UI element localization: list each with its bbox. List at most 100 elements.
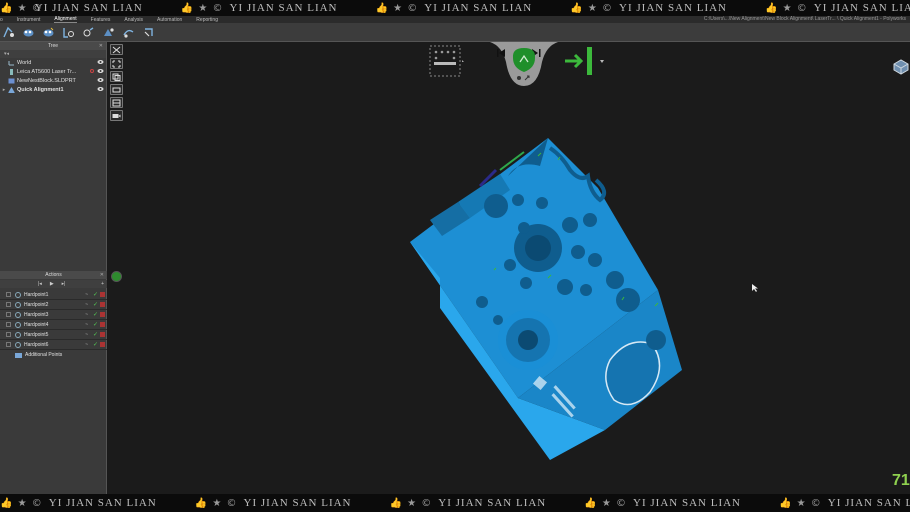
watermark-text: YI JIAN SAN LIAN: [813, 2, 910, 14]
refit-tool-icon[interactable]: [140, 25, 157, 40]
actions-title: Actions: [45, 272, 62, 278]
eye-icon[interactable]: [97, 59, 104, 65]
delete-icon[interactable]: [100, 292, 105, 297]
feature-align-icon[interactable]: [60, 25, 77, 40]
cad-model-nest-block[interactable]: [400, 130, 700, 470]
menu-item-0[interactable]: o: [0, 17, 3, 23]
watermark-text: YI JIAN SAN LIAN: [243, 497, 352, 509]
eye-icon[interactable]: [97, 77, 104, 83]
tree-item-label: World: [17, 59, 32, 66]
eye-icon[interactable]: [97, 86, 104, 92]
delete-icon[interactable]: [100, 312, 105, 317]
status-dot-icon: [90, 69, 94, 73]
menu-item-instrument[interactable]: Instrument: [17, 17, 41, 23]
tree-toolbar: ▾◂: [0, 50, 106, 58]
filter-icon[interactable]: ▾◂: [4, 51, 9, 57]
delete-icon[interactable]: [100, 342, 105, 347]
watermark-glyphs-icon: 👍 ★ ©: [375, 2, 419, 14]
list-item[interactable]: Hardpoint3 ~ ✓: [0, 310, 107, 320]
alignment-icon: [8, 86, 15, 93]
skip-forward-icon[interactable]: ▸|: [62, 281, 66, 287]
play-icon[interactable]: ▶: [50, 281, 54, 287]
tree-item-cad-part[interactable]: NewNestBlock.SLDPRT: [0, 76, 106, 85]
view-mode-icon[interactable]: [110, 84, 123, 95]
watermark-text: YI JIAN SAN LIAN: [438, 497, 547, 509]
watermark-unit: 👍 ★ © YI JIAN SAN LIAN: [195, 497, 352, 509]
actions-panel-title: Actions ✕: [0, 271, 107, 279]
best-fit-tool-2-icon[interactable]: [40, 25, 57, 40]
measure-icon: ~: [85, 341, 88, 348]
action-label: Additional Points: [25, 352, 63, 358]
menu-bar: o Instrument Alignment Features Analysis…: [0, 16, 910, 23]
checkbox[interactable]: [6, 342, 11, 347]
menu-item-analysis[interactable]: Analysis: [124, 17, 143, 23]
watermark-text: YI JIAN SAN LIAN: [619, 2, 727, 14]
list-item[interactable]: Hardpoint2 ~ ✓: [0, 300, 107, 310]
watermark-glyphs-icon: 👍 ★ ©: [779, 497, 822, 509]
actions-toolbar: |◂ ▶ ▸| +: [0, 280, 107, 288]
list-item[interactable]: Hardpoint5 ~ ✓: [0, 330, 107, 340]
watermark-text: YI JIAN SAN LIAN: [48, 497, 157, 509]
transform-tool-icon[interactable]: [100, 25, 117, 40]
checkbox[interactable]: [6, 332, 11, 337]
checkbox[interactable]: [6, 292, 11, 297]
probe-align-icon[interactable]: [80, 25, 97, 40]
checkbox[interactable]: [6, 302, 11, 307]
hardpoint-icon: [15, 301, 21, 308]
alignment-direction-icon[interactable]: [563, 45, 607, 77]
skip-back-icon[interactable]: |◂: [38, 281, 42, 287]
close-icon[interactable]: ✕: [100, 271, 104, 279]
folder-icon: [15, 352, 22, 358]
eye-icon[interactable]: [97, 68, 104, 74]
copy-view-icon[interactable]: [110, 71, 123, 82]
watermark-glyphs-icon: 👍 ★ ©: [570, 2, 614, 14]
toolbar: [0, 23, 910, 42]
hardpoint-icon: [15, 341, 21, 348]
camera-icon[interactable]: [110, 110, 123, 121]
watermark-unit: 👍 ★ © YI JIAN SAN LIAN: [390, 497, 547, 509]
tree-item-laser-tracker[interactable]: Leica AT5600 Laser Tr...: [0, 67, 106, 76]
check-icon: ✓: [92, 292, 98, 298]
watermark-text: YI JIAN SAN LIAN: [633, 497, 741, 509]
tree-item-world[interactable]: World: [0, 58, 106, 67]
delete-icon[interactable]: [100, 322, 105, 327]
check-icon: ✓: [92, 302, 98, 308]
watermark-top: 👍 ★ © YI JIAN SAN LIAN 👍 ★ © YI JIAN SAN LI…: [0, 0, 910, 16]
device-status-icon[interactable]: [111, 271, 122, 282]
delete-icon[interactable]: [100, 332, 105, 337]
menu-item-reporting[interactable]: Reporting: [196, 17, 218, 23]
fit-view-icon[interactable]: [110, 58, 123, 69]
frame-counter: 71: [892, 472, 910, 489]
hardpoint-icon: [15, 331, 21, 338]
watermark-unit: 👍 ★ © YI JIAN SAN LIAN: [584, 497, 741, 509]
list-item[interactable]: Hardpoint4 ~ ✓: [0, 320, 107, 330]
tree-panel-title: Tree ✕: [0, 42, 106, 50]
checkbox[interactable]: [6, 312, 11, 317]
view-cube-icon[interactable]: [892, 58, 910, 76]
display-mode-icon[interactable]: [110, 97, 123, 108]
close-icon[interactable]: ✕: [99, 42, 103, 50]
iterative-align-icon[interactable]: [120, 25, 137, 40]
delete-icon[interactable]: [100, 302, 105, 307]
action-label: Hardpoint6: [24, 341, 49, 348]
align-tool-icon[interactable]: [0, 25, 17, 40]
measure-icon: ~: [85, 321, 88, 328]
list-item[interactable]: Hardpoint6 ~ ✓: [0, 340, 107, 350]
point-cloud-icon[interactable]: [428, 44, 466, 78]
menu-item-alignment[interactable]: Alignment: [54, 16, 77, 23]
menu-item-features[interactable]: Features: [91, 17, 111, 23]
best-fit-tool-icon[interactable]: [20, 25, 37, 40]
close-view-icon[interactable]: [110, 44, 123, 55]
tree-item-quick-alignment[interactable]: ▸ Quick Alignment1: [0, 85, 106, 94]
add-icon[interactable]: +: [101, 281, 104, 287]
list-item-additional[interactable]: Additional Points: [0, 350, 107, 360]
measure-icon: ~: [85, 291, 88, 298]
checkbox[interactable]: [6, 322, 11, 327]
list-item[interactable]: Hardpoint1 ~ ✓: [0, 290, 107, 300]
expand-arrow-icon[interactable]: ▸: [0, 87, 8, 93]
measure-icon: ~: [85, 331, 88, 338]
world-axis-icon: [8, 60, 14, 65]
watermark-glyphs-icon: 👍 ★ ©: [180, 2, 224, 14]
menu-item-automation[interactable]: Automation: [157, 17, 182, 23]
actions-list: Hardpoint1 ~ ✓ Hardpoint2 ~ ✓ Hardpoint3 ~ ✓ H…: [0, 290, 107, 360]
